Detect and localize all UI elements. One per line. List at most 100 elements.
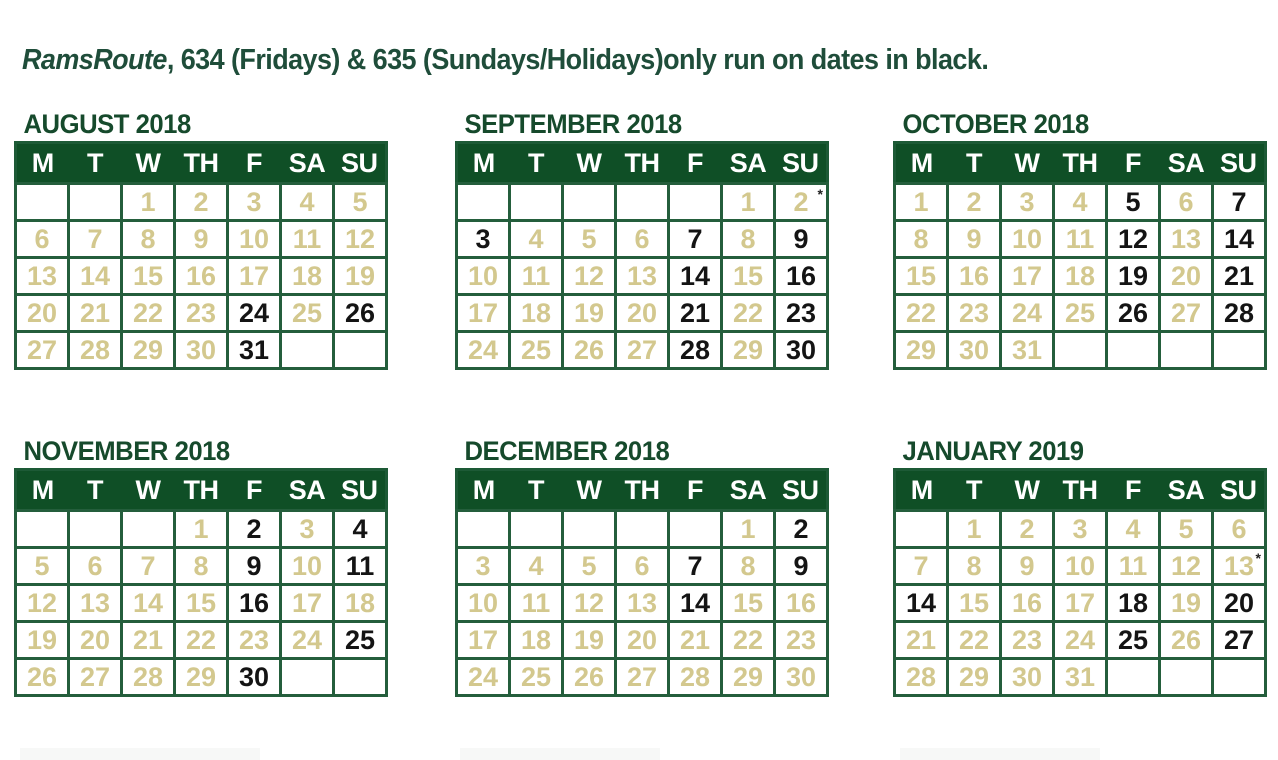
no-service-date-cell: 3 — [226, 182, 282, 222]
date-number: 13 — [1223, 550, 1255, 581]
service-date-cell: 14 — [1211, 219, 1267, 259]
date-number: 12 — [1170, 550, 1202, 581]
date-number: 30 — [958, 334, 990, 365]
week-row: 10 11 12 13 14 15 16 — [455, 583, 829, 623]
no-service-date-cell: 27 — [1158, 293, 1214, 333]
no-service-date-cell: 25 — [508, 657, 564, 697]
no-service-date-cell: 24 — [999, 293, 1055, 333]
date-number: 22 — [905, 297, 937, 328]
date-number: 21 — [679, 297, 711, 328]
no-service-date-cell: 7 — [67, 219, 123, 259]
date-number: 19 — [1170, 587, 1202, 618]
empty-day-cell — [14, 509, 70, 549]
date-number: 24 — [1011, 297, 1043, 328]
no-service-date-cell: 13 — [67, 583, 123, 623]
date-number: 30 — [785, 661, 817, 692]
empty-day-cell — [1052, 330, 1108, 370]
no-service-date-cell: 19 — [14, 620, 70, 660]
date-number: 4 — [1125, 513, 1141, 544]
no-service-date-cell: 27 — [14, 330, 70, 370]
date-number: 25 — [344, 624, 376, 655]
date-number: 22 — [185, 624, 217, 655]
date-number: 24 — [238, 297, 270, 328]
service-date-cell: 7 — [667, 546, 723, 586]
weekday-header: SA — [1159, 142, 1213, 184]
weekday-header: TH — [615, 142, 669, 184]
weekday-header: W — [562, 142, 616, 184]
date-number: 28 — [1223, 297, 1255, 328]
date-number: 14 — [1223, 223, 1255, 254]
weekday-header: T — [68, 142, 122, 184]
no-service-date-cell: 22 — [720, 293, 776, 333]
no-service-date-cell: 4 — [508, 546, 564, 586]
date-number: 9 — [1019, 550, 1035, 581]
weekday-header: T — [509, 469, 563, 511]
no-service-date-cell: 18 — [279, 256, 335, 296]
date-number: 7 — [87, 223, 103, 254]
date-number: 7 — [913, 550, 929, 581]
date-number: 22 — [732, 624, 764, 655]
date-number: 27 — [1170, 297, 1202, 328]
no-service-date-cell: 17 — [999, 256, 1055, 296]
service-date-cell: 28 — [667, 330, 723, 370]
date-number: 29 — [958, 661, 990, 692]
no-service-date-cell: 23 — [773, 620, 829, 660]
no-service-date-cell: 11 — [1105, 546, 1161, 586]
footnote-asterisk: * — [817, 186, 823, 202]
weekday-header: TH — [174, 142, 228, 184]
weekday-header: W — [121, 142, 175, 184]
date-number: 26 — [573, 661, 605, 692]
empty-day-cell — [1158, 657, 1214, 697]
date-number: 20 — [626, 297, 658, 328]
no-service-date-cell: 5 — [561, 546, 617, 586]
empty-day-cell — [279, 330, 335, 370]
no-service-date-cell: 5 — [332, 182, 388, 222]
date-number: 11 — [521, 260, 551, 291]
date-number: 23 — [238, 624, 270, 655]
month-calendar: DECEMBER 2018 M T W TH F SA SU 1 2 3 4 5 6 7 8 9 10 11 12 13… — [455, 435, 829, 697]
week-row: 21 22 23 24 25 26 27 — [893, 620, 1267, 660]
date-number: 4 — [528, 550, 544, 581]
date-number: 24 — [467, 334, 499, 365]
no-service-date-cell: 2 — [946, 182, 1002, 222]
date-number: 12 — [1117, 223, 1149, 254]
date-number: 26 — [26, 661, 58, 692]
date-number: 2 — [793, 186, 809, 217]
no-service-date-cell: 31 — [999, 330, 1055, 370]
no-service-date-cell: 1 — [893, 182, 949, 222]
week-row: 14 15 16 17 18 19 20 — [893, 583, 1267, 623]
weekday-header: W — [1000, 469, 1054, 511]
no-service-date-cell: 21 — [67, 293, 123, 333]
week-row: 1 2 3 4 5 — [14, 182, 388, 222]
date-number: 27 — [626, 334, 658, 365]
date-number: 11 — [345, 550, 375, 581]
no-service-date-cell: 23 — [173, 293, 229, 333]
date-number: 14 — [905, 587, 937, 618]
date-number: 10 — [238, 223, 270, 254]
no-service-date-cell: 29 — [946, 657, 1002, 697]
no-service-date-cell: 22 — [946, 620, 1002, 660]
date-number: 1 — [140, 186, 156, 217]
no-service-date-cell: 24 — [455, 330, 511, 370]
date-number: 20 — [1170, 260, 1202, 291]
date-number: 11 — [292, 223, 322, 254]
date-number: 18 — [344, 587, 376, 618]
no-service-date-cell: 8 — [173, 546, 229, 586]
empty-day-cell — [279, 657, 335, 697]
weekday-header: T — [509, 142, 563, 184]
month-title: OCTOBER 2018 — [902, 109, 1090, 139]
no-service-date-cell: 1 — [173, 509, 229, 549]
no-service-date-cell: 16 — [173, 256, 229, 296]
no-service-date-cell: 19 — [561, 293, 617, 333]
date-number: 6 — [1178, 186, 1194, 217]
week-row: 24 25 26 27 28 29 30 — [455, 657, 829, 697]
no-service-date-cell: 15 — [946, 583, 1002, 623]
date-number: 15 — [185, 587, 217, 618]
date-number: 15 — [132, 260, 164, 291]
date-number: 4 — [528, 223, 544, 254]
date-number: 5 — [581, 550, 597, 581]
footnote-asterisk: * — [1255, 550, 1261, 566]
date-number: 11 — [1118, 550, 1148, 581]
no-service-date-cell: 1 — [720, 509, 776, 549]
no-service-date-cell: 5 — [14, 546, 70, 586]
